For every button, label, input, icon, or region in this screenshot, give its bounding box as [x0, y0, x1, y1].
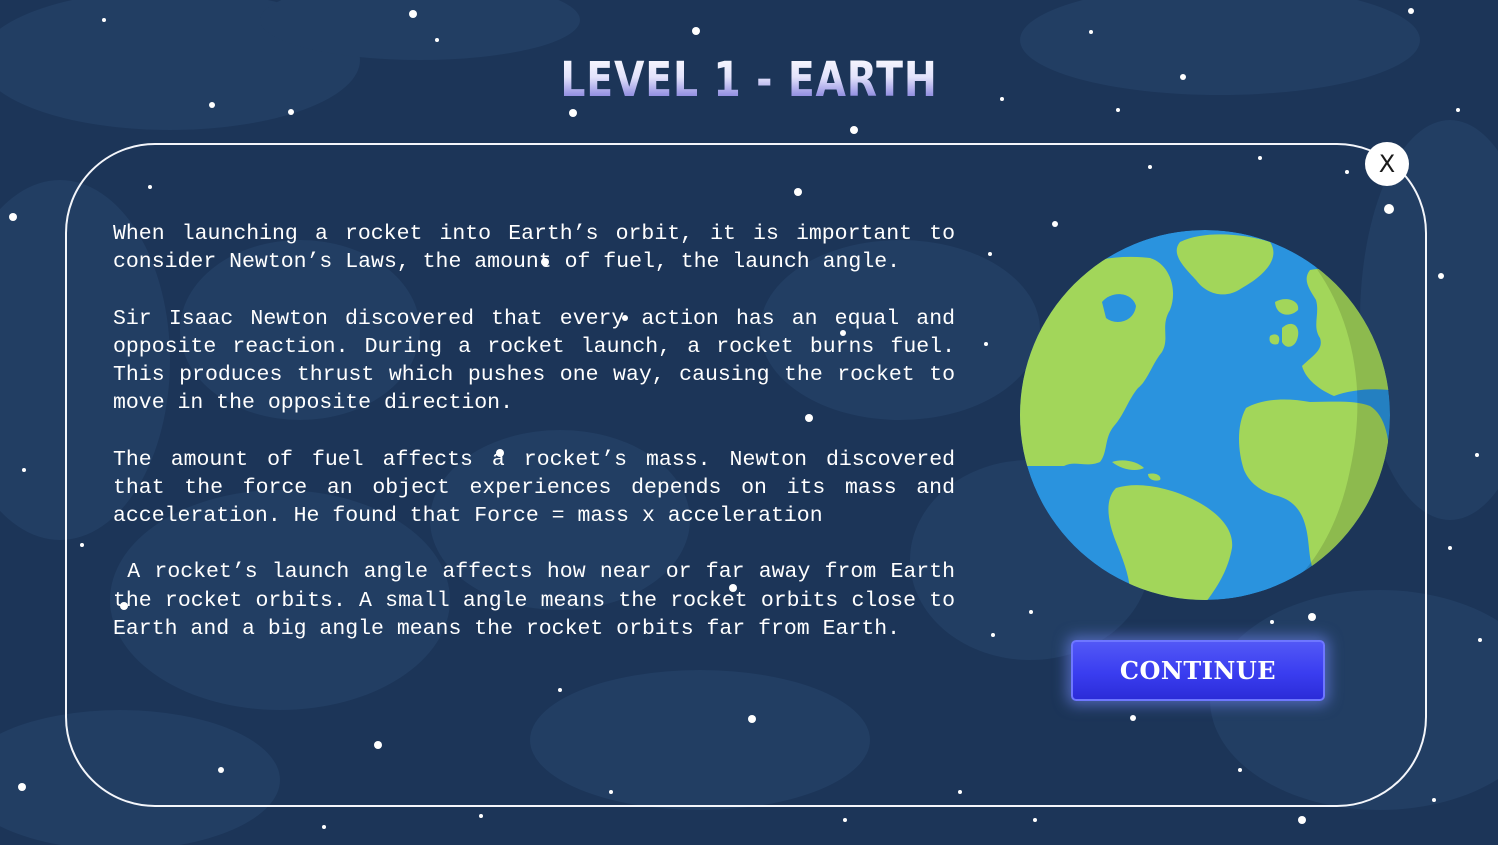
close-icon: X	[1378, 150, 1396, 178]
paragraph-newton-third-law: Sir Isaac Newton discovered that every a…	[113, 306, 955, 416]
continue-button[interactable]: CONTINUE	[1071, 640, 1325, 701]
paragraph-launch-intro: When launching a rocket into Earth’s orb…	[113, 222, 955, 275]
paragraph-fuel-mass: The amount of fuel affects a rocket’s ma…	[113, 447, 955, 528]
info-text: When launching a rocket into Earth’s orb…	[113, 220, 955, 671]
close-button[interactable]: X	[1365, 142, 1409, 186]
earth-globe	[1020, 230, 1390, 600]
level-title: LEVEL 1 - EARTH	[135, 52, 1363, 108]
paragraph-launch-angle: A rocket’s launch angle affects how near…	[113, 560, 955, 641]
